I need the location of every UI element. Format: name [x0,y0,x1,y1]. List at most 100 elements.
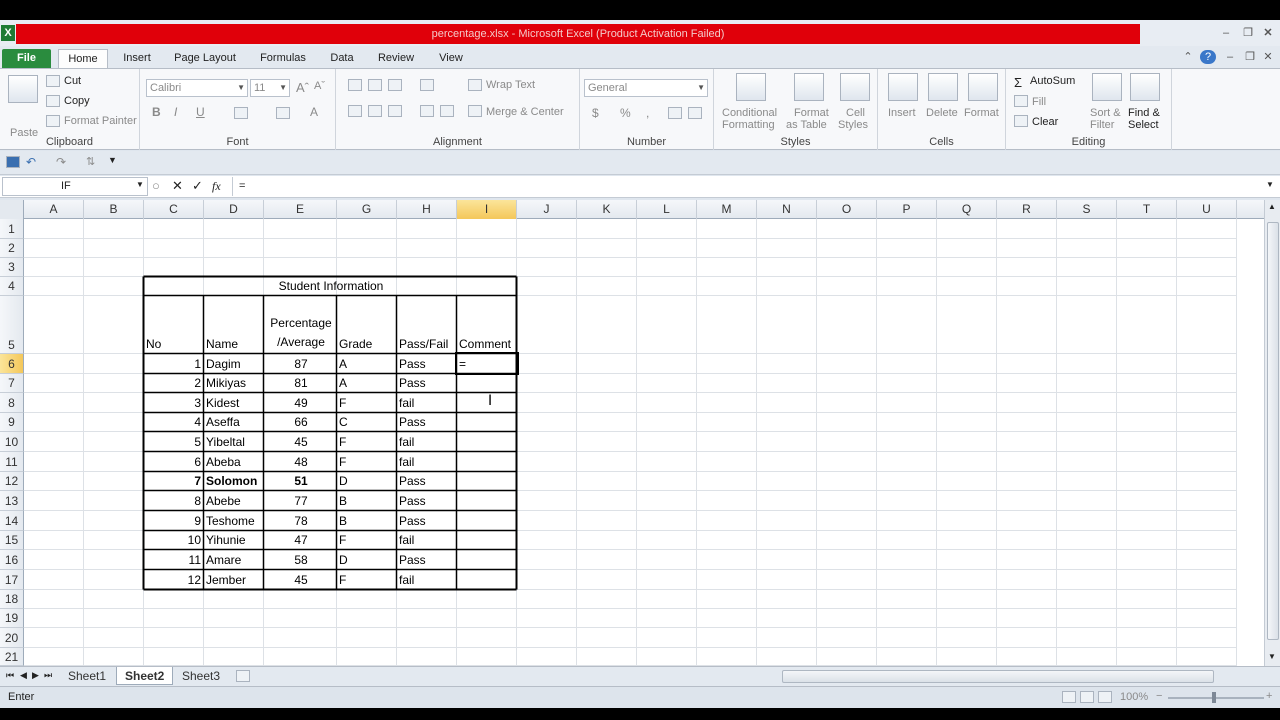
cell-pass-fail[interactable]: Pass [399,550,456,570]
cell-comment[interactable] [459,550,516,570]
cell-pass-fail[interactable]: fail [399,432,456,452]
table-title[interactable]: Student Information [146,277,516,296]
row-header-17[interactable]: 17 [0,570,24,590]
sort-filter-label-1[interactable]: Sort & [1090,107,1121,119]
undo-icon[interactable]: ↶ [26,155,36,169]
format-cells-button[interactable]: Format [964,107,999,119]
spreadsheet-grid[interactable]: ABCDEGHIJKLMNOPQRSTU 1 2 3 4 5 6 7 8 9 10 11 12 13 14… [0,200,1264,666]
comma-icon[interactable]: , [646,106,649,120]
cell-grade[interactable]: A [339,354,396,374]
cell-pass-fail[interactable]: Pass [399,413,456,432]
insert-sheet-icon[interactable] [236,670,250,682]
cell-comment[interactable] [459,531,516,550]
percent-icon[interactable]: % [620,106,631,120]
sheet-tab-sheet2[interactable]: Sheet2 [116,667,174,685]
underline-icon[interactable]: U [196,105,205,119]
clear-button[interactable]: Clear [1032,116,1058,128]
tab-formulas[interactable]: Formulas [257,49,309,68]
vertical-scrollbar[interactable]: ▲ ▼ [1264,200,1280,666]
cell-grade[interactable]: A [339,374,396,393]
formula-input[interactable]: = [232,177,1262,196]
cell-percentage[interactable]: 87 [266,354,336,374]
italic-icon[interactable]: I [174,105,177,119]
header-pass-fail[interactable]: Pass/Fail [399,296,456,354]
header-percentage-line2[interactable]: /Average [266,333,336,351]
cell-grade[interactable]: F [339,432,396,452]
last-sheet-icon[interactable]: ⏭ [44,670,52,681]
tab-page-layout[interactable]: Page Layout [172,49,238,68]
increase-decimal-icon[interactable] [668,107,682,119]
column-header-e[interactable]: E [264,200,337,219]
column-header-r[interactable]: R [997,200,1057,219]
cell-comment[interactable]: = [459,354,516,374]
column-header-p[interactable]: P [877,200,937,219]
header-comment[interactable]: Comment [459,296,521,354]
cell-no[interactable]: 12 [146,570,203,590]
copy-button[interactable]: Copy [64,95,90,107]
column-header-i[interactable]: I [457,200,517,219]
cell-grade[interactable]: B [339,491,396,511]
cell-no[interactable]: 8 [146,491,203,511]
page-break-view-icon[interactable] [1098,691,1112,703]
row-header-12[interactable]: 12 [0,472,24,491]
cell-pass-fail[interactable]: Pass [399,511,456,531]
increase-indent-icon[interactable] [440,105,454,117]
paste-icon[interactable] [8,75,38,103]
bold-icon[interactable]: B [152,105,161,119]
row-header-9[interactable]: 9 [0,413,24,432]
cell-name[interactable]: Teshome [206,511,263,531]
sheet-tab-sheet3[interactable]: Sheet3 [174,667,228,685]
decrease-decimal-icon[interactable] [688,107,702,119]
column-header-c[interactable]: C [144,200,204,219]
name-box-dropdown-icon[interactable]: ▼ [136,180,144,189]
tab-review[interactable]: Review [376,49,416,68]
cell-percentage[interactable]: 51 [266,472,336,491]
cell-percentage[interactable]: 78 [266,511,336,531]
cell-grade[interactable]: C [339,413,396,432]
cell-comment[interactable] [459,374,516,393]
cell-name[interactable]: Yihunie [206,531,263,550]
cell-no[interactable]: 7 [146,472,203,491]
cell-grade[interactable]: F [339,531,396,550]
align-bottom-icon[interactable] [388,79,402,91]
cell-percentage[interactable]: 45 [266,570,336,590]
cell-pass-fail[interactable]: fail [399,531,456,550]
cell-name[interactable]: Mikiyas [206,374,263,393]
autosum-button[interactable]: AutoSum [1030,75,1075,87]
zoom-level[interactable]: 100% [1120,691,1148,703]
cell-name[interactable]: Abeba [206,452,263,472]
formula-bar-expand-arrow-icon[interactable]: ▼ [1266,180,1274,189]
cell-no[interactable]: 9 [146,511,203,531]
row-header-2[interactable]: 2 [0,239,24,258]
cell-grade[interactable]: D [339,550,396,570]
column-header-t[interactable]: T [1117,200,1177,219]
conditional-formatting-label-2[interactable]: Formatting [722,119,775,131]
find-select-label-1[interactable]: Find & [1128,107,1160,119]
cell-name[interactable]: Abebe [206,491,263,511]
cell-no[interactable]: 4 [146,413,203,432]
decrease-indent-icon[interactable] [420,105,434,117]
sort-icon[interactable]: ⇅ [86,155,95,168]
row-header-8[interactable]: 8 [0,393,24,413]
cell-percentage[interactable]: 48 [266,452,336,472]
column-header-b[interactable]: B [84,200,144,219]
zoom-slider[interactable] [1168,697,1264,699]
cell-styles-label-2[interactable]: Styles [838,119,868,131]
cell-no[interactable]: 3 [146,393,203,413]
row-header-21[interactable]: 21 [0,648,24,666]
help-icon[interactable]: ? [1200,50,1216,64]
cell-no[interactable]: 10 [146,531,203,550]
row-header-16[interactable]: 16 [0,550,24,570]
column-header-h[interactable]: H [397,200,457,219]
grow-font-icon[interactable]: Aˆ [296,80,309,95]
cell-pass-fail[interactable]: fail [399,570,456,590]
font-name-select[interactable]: Calibri ▼ [146,79,248,97]
row-header-10[interactable]: 10 [0,432,24,452]
cancel-entry-icon[interactable]: ✕ [172,178,183,194]
cell-comment[interactable] [459,491,516,511]
tab-insert[interactable]: Insert [120,49,154,68]
cell-percentage[interactable]: 49 [266,393,336,413]
row-header-19[interactable]: 19 [0,609,24,628]
format-as-table-label-1[interactable]: Format [794,107,829,119]
tab-home[interactable]: Home [58,49,108,68]
